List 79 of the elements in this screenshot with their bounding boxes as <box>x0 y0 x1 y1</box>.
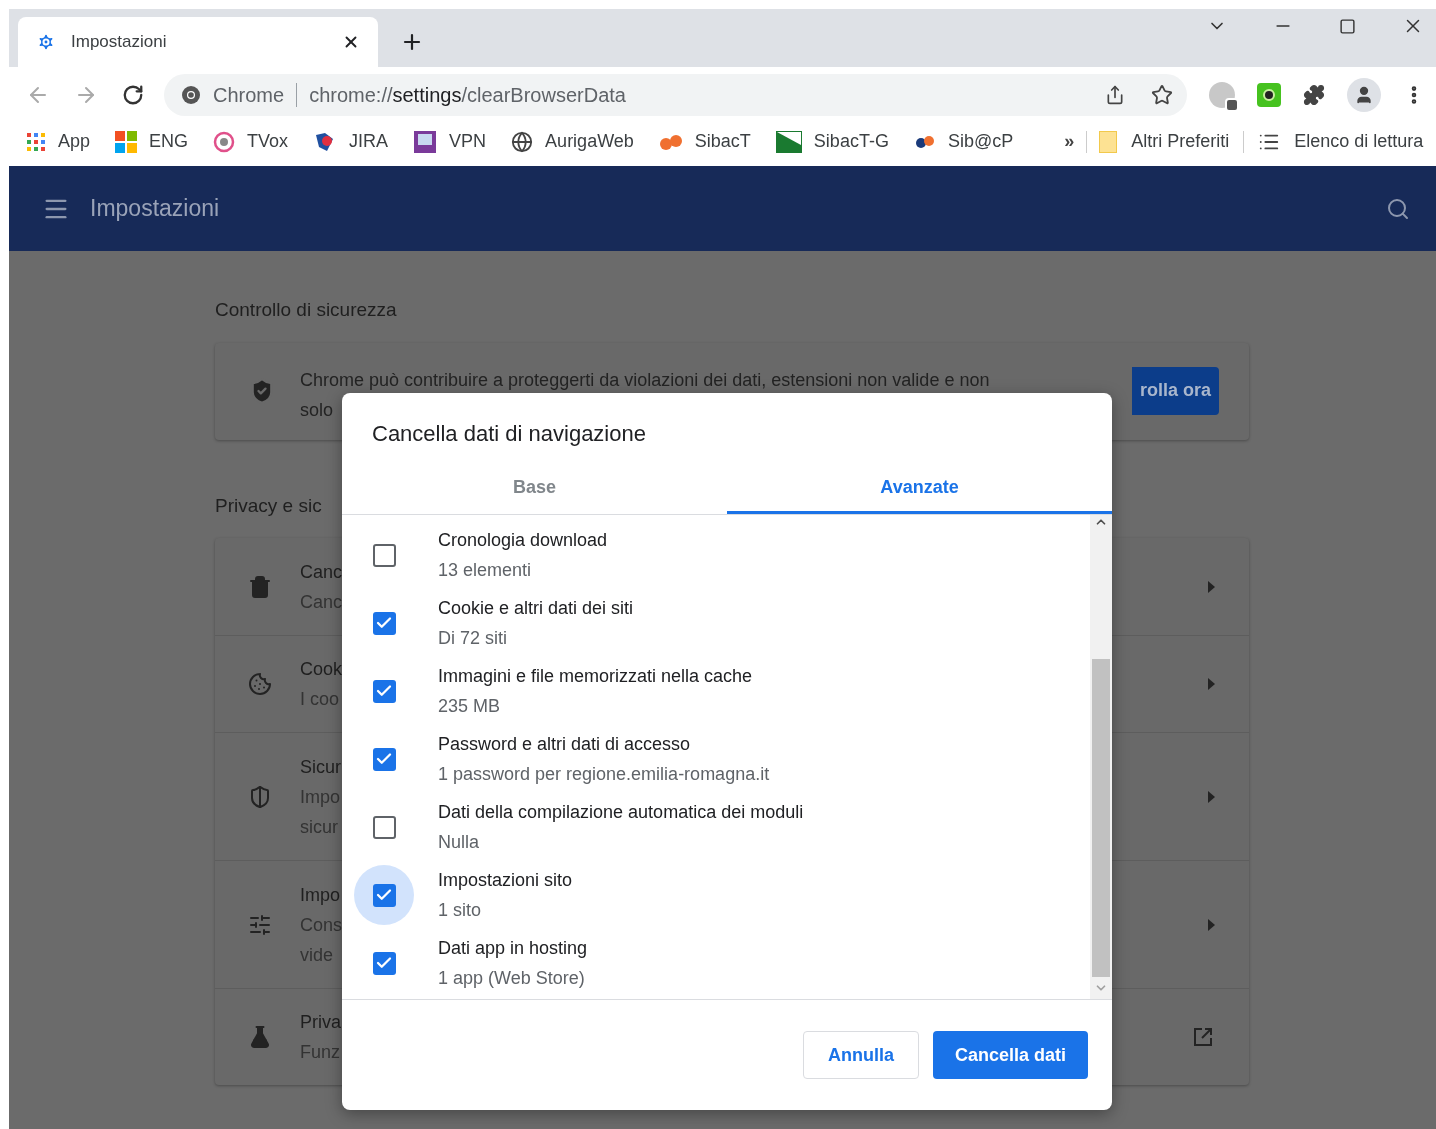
monitor-icon <box>413 129 438 154</box>
scrollbar[interactable] <box>1090 515 1112 999</box>
dialog-title: Cancella dati di navigazione <box>371 420 647 448</box>
section-title: Controllo di sicurezza <box>215 298 398 322</box>
item-title: Impostazioni sito <box>438 869 573 892</box>
bookmark-item[interactable]: AurigaWeb <box>511 128 634 155</box>
dots-icon <box>913 134 936 149</box>
dialog-tab[interactable]: Avanzate <box>727 463 1112 514</box>
item-title: Cookie e altri dati dei siti <box>438 597 634 620</box>
clear-data-button[interactable]: Cancella dati <box>932 1031 1088 1079</box>
settings-icon <box>36 32 56 52</box>
item-subtitle: 1 sito <box>438 899 483 922</box>
bookmark-item[interactable]: SibacT <box>658 128 751 155</box>
search-icon[interactable] <box>1386 196 1410 221</box>
flask-icon <box>248 1025 272 1049</box>
profile-avatar[interactable] <box>1347 77 1381 112</box>
row-text: Impo <box>300 883 342 907</box>
item-subtitle: Di 72 siti <box>438 627 509 650</box>
cancel-button[interactable]: Annulla <box>802 1031 919 1079</box>
section-title: Privacy e sic <box>215 493 323 518</box>
item-subtitle: 13 elementi <box>438 559 533 582</box>
tab-title: Impostazioni <box>71 31 167 54</box>
bookmark-item[interactable]: VPN <box>413 128 487 155</box>
extension-icon[interactable] <box>1257 82 1281 107</box>
trash-icon <box>248 574 272 599</box>
item-title: Immagini e file memorizzati nella cache <box>438 665 753 688</box>
item-subtitle: 1 password per regione.emilia-romagna.it <box>438 763 770 786</box>
row-text: Cook <box>300 658 343 681</box>
checkbox[interactable] <box>372 611 396 635</box>
reading-list-button[interactable]: Elenco di lettura <box>1258 128 1424 155</box>
site-chip-text: Chrome <box>213 82 285 108</box>
checkbox[interactable] <box>372 679 396 703</box>
flag-icon <box>775 130 802 153</box>
reload-icon[interactable] <box>122 83 144 106</box>
address-bar[interactable]: Chrome chrome://settings/clearBrowserData <box>164 73 1187 116</box>
bookmark-item[interactable]: Sib@cP <box>913 128 1014 155</box>
item-title: Dati della compilazione automatica dei moduli <box>438 801 804 824</box>
item-title: Dati app in hosting <box>438 937 588 960</box>
cookie-icon <box>248 672 272 696</box>
bookmark-star-icon[interactable] <box>1151 83 1173 106</box>
bookmark-folder[interactable]: Altri Preferiti <box>1099 128 1230 155</box>
page-title: Impostazioni <box>90 194 220 224</box>
globe-icon <box>511 130 534 153</box>
bookmark-item[interactable]: TVox <box>213 128 289 155</box>
share-icon[interactable] <box>1105 84 1125 105</box>
item-title: Password e altri dati di accesso <box>438 733 692 756</box>
check-now-button[interactable]: rolla ora <box>1131 366 1219 415</box>
extensions-icon[interactable] <box>1303 83 1325 106</box>
checkbox[interactable] <box>372 883 396 907</box>
bookmark-item[interactable]: ENG <box>115 128 189 155</box>
card-text: solo <box>300 398 335 422</box>
item-title: Cronologia download <box>438 529 608 552</box>
url-text: chrome://settings/clearBrowserData <box>309 82 626 108</box>
checkbox[interactable] <box>372 543 396 567</box>
row-text: Sicur <box>300 755 341 779</box>
checkbox[interactable] <box>372 951 396 975</box>
row-text: Canc <box>300 560 343 584</box>
sliders-icon <box>248 912 272 937</box>
apps-grid-icon <box>26 131 46 152</box>
checkbox[interactable] <box>372 747 396 771</box>
dialog-tab[interactable]: Base <box>342 463 727 514</box>
checkbox[interactable] <box>372 815 396 839</box>
chrome-logo-icon <box>181 84 201 105</box>
browser-tab[interactable]: Impostazioni <box>18 17 378 67</box>
row-text: Priva <box>300 1011 341 1034</box>
blobs-icon <box>658 133 683 150</box>
bookmark-item[interactable]: App <box>26 128 91 155</box>
card-text: Chrome può contribuire a proteggerti da violazioni dei dati, estensioni non valide e non <box>300 368 991 392</box>
item-subtitle: 1 app (Web Store) <box>438 967 586 990</box>
bookmark-item[interactable]: JIRA <box>313 128 389 155</box>
folder-icon <box>1099 130 1118 153</box>
windows-logo-icon <box>115 130 138 153</box>
ring-icon <box>213 130 236 153</box>
item-subtitle: Nulla <box>438 831 481 854</box>
shield-icon <box>248 784 272 809</box>
bookmark-item[interactable]: SibacT-G <box>775 128 889 155</box>
more-bookmarks-button[interactable]: » <box>1064 128 1075 155</box>
item-subtitle: 235 MB <box>438 695 502 718</box>
maximize-icon[interactable] <box>1339 17 1356 35</box>
